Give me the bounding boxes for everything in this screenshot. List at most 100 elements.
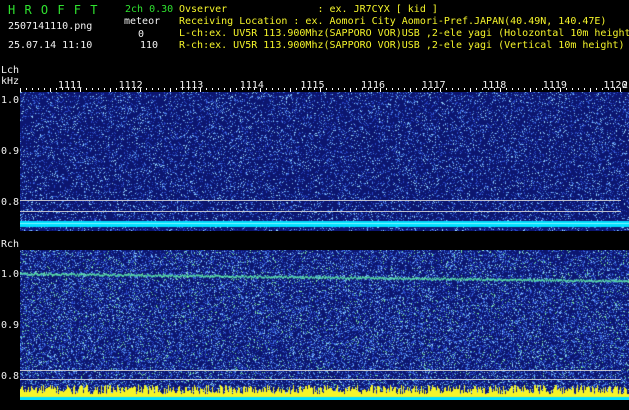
time-axis-tick <box>476 88 477 90</box>
time-axis-tick <box>488 88 489 90</box>
time-axis-tick <box>122 88 123 90</box>
time-axis-tick <box>416 88 417 90</box>
time-axis-tick <box>254 88 255 90</box>
lch-channel-label: Lch <box>1 65 20 76</box>
time-axis-tick <box>482 88 483 90</box>
time-axis-tick <box>242 88 243 90</box>
time-axis-tick <box>506 88 507 90</box>
time-axis-tick <box>578 88 579 90</box>
time-axis-tick <box>92 88 93 90</box>
time-axis-tick <box>236 88 237 90</box>
time-axis-tick <box>248 88 249 90</box>
lch-y-label-2: 0.9 <box>1 146 20 157</box>
time-axis-tick <box>44 88 45 90</box>
time-axis-tick <box>518 88 519 90</box>
time-axis-tick <box>146 88 147 90</box>
time-axis-tick <box>332 88 333 90</box>
time-axis-tick <box>326 88 327 90</box>
rch-description: R-ch:ex. UV5R 113.900Mhz(SAPPORO VOR)USB… <box>179 40 625 51</box>
datetime-label: 25.07.14 11:10 <box>8 40 93 51</box>
time-axis-tick <box>566 88 567 90</box>
time-axis-tick <box>32 88 33 90</box>
time-axis-tick <box>614 88 615 90</box>
time-axis-tick <box>176 88 177 90</box>
rch-spectrogram <box>20 250 629 400</box>
time-axis-tick <box>548 88 549 90</box>
time-axis-tick <box>446 88 447 90</box>
time-axis-tick <box>134 88 135 90</box>
time-axis-tick <box>458 88 459 90</box>
time-axis-tick <box>554 88 555 90</box>
time-axis-tick <box>182 88 183 90</box>
time-axis-tick <box>344 88 345 90</box>
observer-line: Ovserver : ex. JR7CYX [ kid ] <box>179 4 438 15</box>
time-axis-tick <box>74 88 75 90</box>
time-axis-tick <box>536 88 537 90</box>
time-axis-tick <box>494 88 495 90</box>
time-axis-tick <box>212 88 213 90</box>
time-axis-tick <box>596 88 597 90</box>
time-axis-tick <box>296 88 297 90</box>
time-axis-tick <box>434 88 435 90</box>
time-axis-tick <box>356 88 357 90</box>
time-axis-tick <box>188 88 189 90</box>
time-axis-tick <box>284 88 285 90</box>
time-axis-tick <box>308 88 309 90</box>
meteor-label: meteor <box>124 16 161 27</box>
time-axis-tick <box>218 88 219 90</box>
time-axis-tick <box>542 88 543 90</box>
time-axis-tick <box>158 88 159 90</box>
time-axis-tick <box>512 88 513 90</box>
time-axis-tick <box>398 88 399 90</box>
time-axis-tick <box>362 88 363 90</box>
time-axis-tick <box>452 88 453 90</box>
app-logo: H R O F F T <box>8 3 99 17</box>
time-axis-tick <box>104 88 105 90</box>
rch-y-label-3: 0.8 <box>1 371 20 382</box>
rch-y-label-2: 0.9 <box>1 320 20 331</box>
time-axis-tick <box>164 88 165 90</box>
time-axis-tick <box>572 88 573 90</box>
time-axis-tick <box>152 88 153 90</box>
time-axis-tick <box>266 88 267 90</box>
time-axis-tick <box>272 88 273 90</box>
lch-unit-label: kHz <box>1 76 20 87</box>
time-axis-tick <box>98 88 99 90</box>
rch-marker-line-lower <box>20 379 621 380</box>
time-axis-edge-label: 2 <box>622 80 629 91</box>
rch-meteor-count: 110 <box>140 40 159 51</box>
time-axis-tick <box>386 88 387 90</box>
time-axis-tick <box>404 88 405 90</box>
time-axis-tick <box>314 88 315 90</box>
lch-marker-line-upper <box>20 200 621 201</box>
location-line: Receiving Location : ex. Aomori City Aom… <box>179 16 607 27</box>
time-axis-tick <box>86 88 87 90</box>
lch-meteor-count: 0 <box>138 29 145 40</box>
lch-description: L-ch:ex. UV5R 113.900Mhz(SAPPORO VOR)USB… <box>179 28 629 39</box>
time-axis-tick <box>608 88 609 90</box>
time-axis-tick <box>56 88 57 90</box>
time-axis-tick <box>602 88 603 90</box>
time-axis-tick <box>116 88 117 90</box>
time-axis-tick <box>524 88 525 90</box>
rch-y-label-1: 1.0 <box>1 269 20 280</box>
time-axis-tick <box>302 88 303 90</box>
time-axis-tick <box>338 88 339 90</box>
time-axis-tick <box>128 88 129 90</box>
time-axis-tick <box>206 88 207 90</box>
time-axis-tick <box>374 88 375 90</box>
time-axis-tick <box>38 88 39 90</box>
time-axis-tick <box>422 88 423 90</box>
lch-y-label-3: 0.8 <box>1 197 20 208</box>
rch-marker-line-upper <box>20 370 621 371</box>
time-axis-tick <box>224 88 225 90</box>
filename-label: 2507141110.png <box>8 21 93 32</box>
time-axis-tick <box>392 88 393 90</box>
time-axis-tick <box>428 88 429 90</box>
lch-marker-line-lower <box>20 211 621 212</box>
mode-label: 2ch 0.30 <box>125 4 174 15</box>
time-axis-tick <box>368 88 369 90</box>
time-axis-tick <box>464 88 465 90</box>
time-axis-tick <box>194 88 195 90</box>
rch-channel-label: Rch <box>1 239 20 250</box>
